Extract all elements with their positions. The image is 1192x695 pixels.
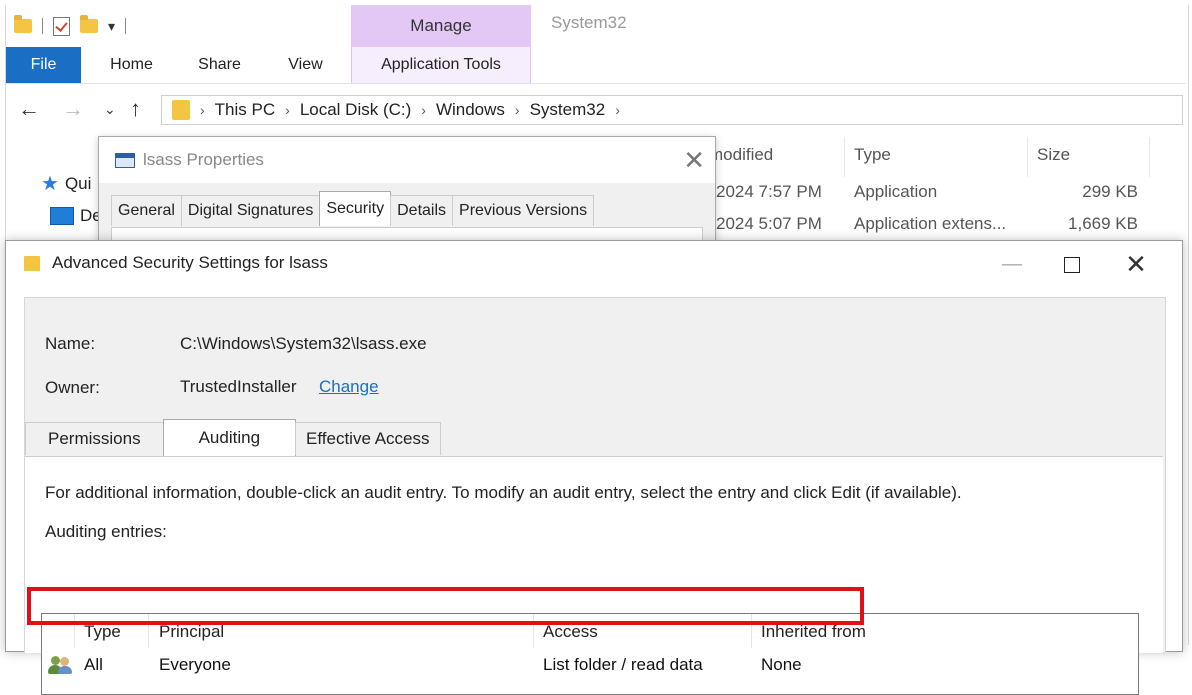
entry-type[interactable]: All (84, 650, 103, 680)
row-size[interactable]: 1,669 KB (1036, 214, 1138, 234)
tab-general[interactable]: General (111, 195, 182, 226)
entry-access[interactable]: List folder / read data (543, 650, 703, 680)
dialog-title: lsass Properties (143, 150, 264, 169)
dialog-title-bar: lsass Properties ✕ (99, 137, 715, 183)
chevron-right-icon[interactable]: › (515, 102, 520, 118)
info-text: For additional information, double-click… (45, 483, 962, 502)
auditing-entries-table[interactable]: Type Principal Access Inherited from All… (41, 613, 1139, 695)
chevron-right-icon[interactable]: › (421, 102, 426, 118)
close-icon[interactable]: ✕ (1106, 241, 1166, 287)
name-value: C:\Windows\System32\lsass.exe (180, 334, 427, 353)
breadcrumb-local-disk[interactable]: Local Disk (C:) (300, 100, 411, 120)
security-tabs: Permissions Auditing Effective Access (25, 419, 441, 456)
ribbon-tabs: File Home Share View Application Tools (6, 47, 1186, 84)
separator (125, 18, 127, 34)
entry-principal[interactable]: Everyone (159, 650, 231, 680)
owner-value: TrustedInstaller (180, 377, 297, 396)
tab-application-tools[interactable]: Application Tools (351, 47, 531, 83)
column-type[interactable]: Type (854, 145, 891, 165)
tab-previous-versions[interactable]: Previous Versions (452, 195, 595, 226)
address-bar-row: ← → ⌄ ↑ › This PC › Local Disk (C:) › Wi… (6, 95, 1186, 125)
minimize-icon[interactable]: — (982, 241, 1042, 287)
tab-effective-access[interactable]: Effective Access (295, 422, 441, 455)
desktop-icon (50, 207, 74, 225)
window-title-bar: Advanced Security Settings for lsass — ✕ (6, 241, 1182, 287)
maximize-icon[interactable] (1042, 241, 1102, 287)
back-arrow-icon[interactable]: ← (18, 95, 40, 123)
nav-desktop[interactable]: De (50, 206, 102, 226)
manage-contextual-tab[interactable]: Manage (351, 5, 531, 47)
window-title: System32 (551, 13, 627, 32)
up-arrow-icon[interactable]: ↑ (130, 95, 141, 123)
folder-icon (172, 100, 190, 120)
row-modified[interactable]: 2024 5:07 PM (716, 214, 822, 234)
name-label: Name: (45, 334, 96, 353)
breadcrumb-this-pc[interactable]: This PC (215, 100, 275, 120)
new-folder-icon[interactable] (80, 15, 98, 33)
tab-security[interactable]: Security (319, 191, 392, 226)
tab-auditing[interactable]: Auditing (162, 419, 297, 456)
chevron-right-icon[interactable]: › (615, 102, 620, 118)
highlight-box (27, 587, 864, 625)
address-breadcrumb[interactable]: › This PC › Local Disk (C:) › Windows › … (161, 95, 1183, 125)
column-divider[interactable] (1149, 137, 1150, 177)
quick-access-toolbar: ▾ (14, 9, 127, 43)
row-type[interactable]: Application (854, 182, 937, 202)
window-icon (115, 153, 135, 168)
auditing-entries-label: Auditing entries: (45, 522, 167, 541)
owner-label: Owner: (45, 378, 100, 397)
column-divider[interactable] (1027, 137, 1028, 177)
column-divider[interactable] (844, 137, 845, 177)
nav-quick-access[interactable]: ★ Qui (41, 171, 91, 196)
nav-item-label: Qui (64, 173, 92, 193)
chevron-right-icon[interactable]: › (285, 102, 290, 118)
tab-home[interactable]: Home (94, 47, 169, 83)
tab-share[interactable]: Share (182, 47, 257, 83)
column-size[interactable]: Size (1037, 145, 1070, 165)
forward-arrow-icon[interactable]: → (62, 95, 84, 123)
breadcrumb-windows[interactable]: Windows (436, 100, 505, 120)
lsass-properties-dialog: lsass Properties ✕ General Digital Signa… (98, 136, 716, 249)
row-type[interactable]: Application extens... (854, 214, 1006, 234)
column-date-modified[interactable]: modified (709, 145, 773, 165)
star-icon: ★ (41, 173, 59, 195)
close-icon[interactable]: ✕ (683, 145, 705, 176)
row-modified[interactable]: 2024 7:57 PM (716, 182, 822, 202)
users-group-icon (48, 656, 72, 674)
breadcrumb-system32[interactable]: System32 (530, 100, 606, 120)
properties-icon[interactable] (53, 16, 70, 36)
row-size[interactable]: 299 KB (1036, 182, 1138, 202)
folder-icon (24, 256, 40, 271)
tab-permissions[interactable]: Permissions (25, 422, 164, 455)
change-owner-link[interactable]: Change (319, 377, 379, 397)
customize-dropdown-icon[interactable]: ▾ (108, 18, 115, 35)
entry-inherited-from[interactable]: None (761, 650, 802, 680)
window-title: Advanced Security Settings for lsass (52, 253, 328, 272)
tab-view[interactable]: View (268, 47, 343, 83)
chevron-right-icon[interactable]: › (200, 102, 205, 118)
folder-icon[interactable] (14, 15, 32, 33)
tab-file[interactable]: File (6, 47, 81, 83)
tab-details[interactable]: Details (390, 195, 454, 226)
properties-tabs: General Digital Signatures Security Deta… (111, 191, 595, 227)
tab-digital-signatures[interactable]: Digital Signatures (180, 195, 321, 226)
recent-locations-chevron-icon[interactable]: ⌄ (104, 95, 116, 123)
change-link-text[interactable]: Change (319, 377, 379, 396)
separator (42, 18, 43, 34)
